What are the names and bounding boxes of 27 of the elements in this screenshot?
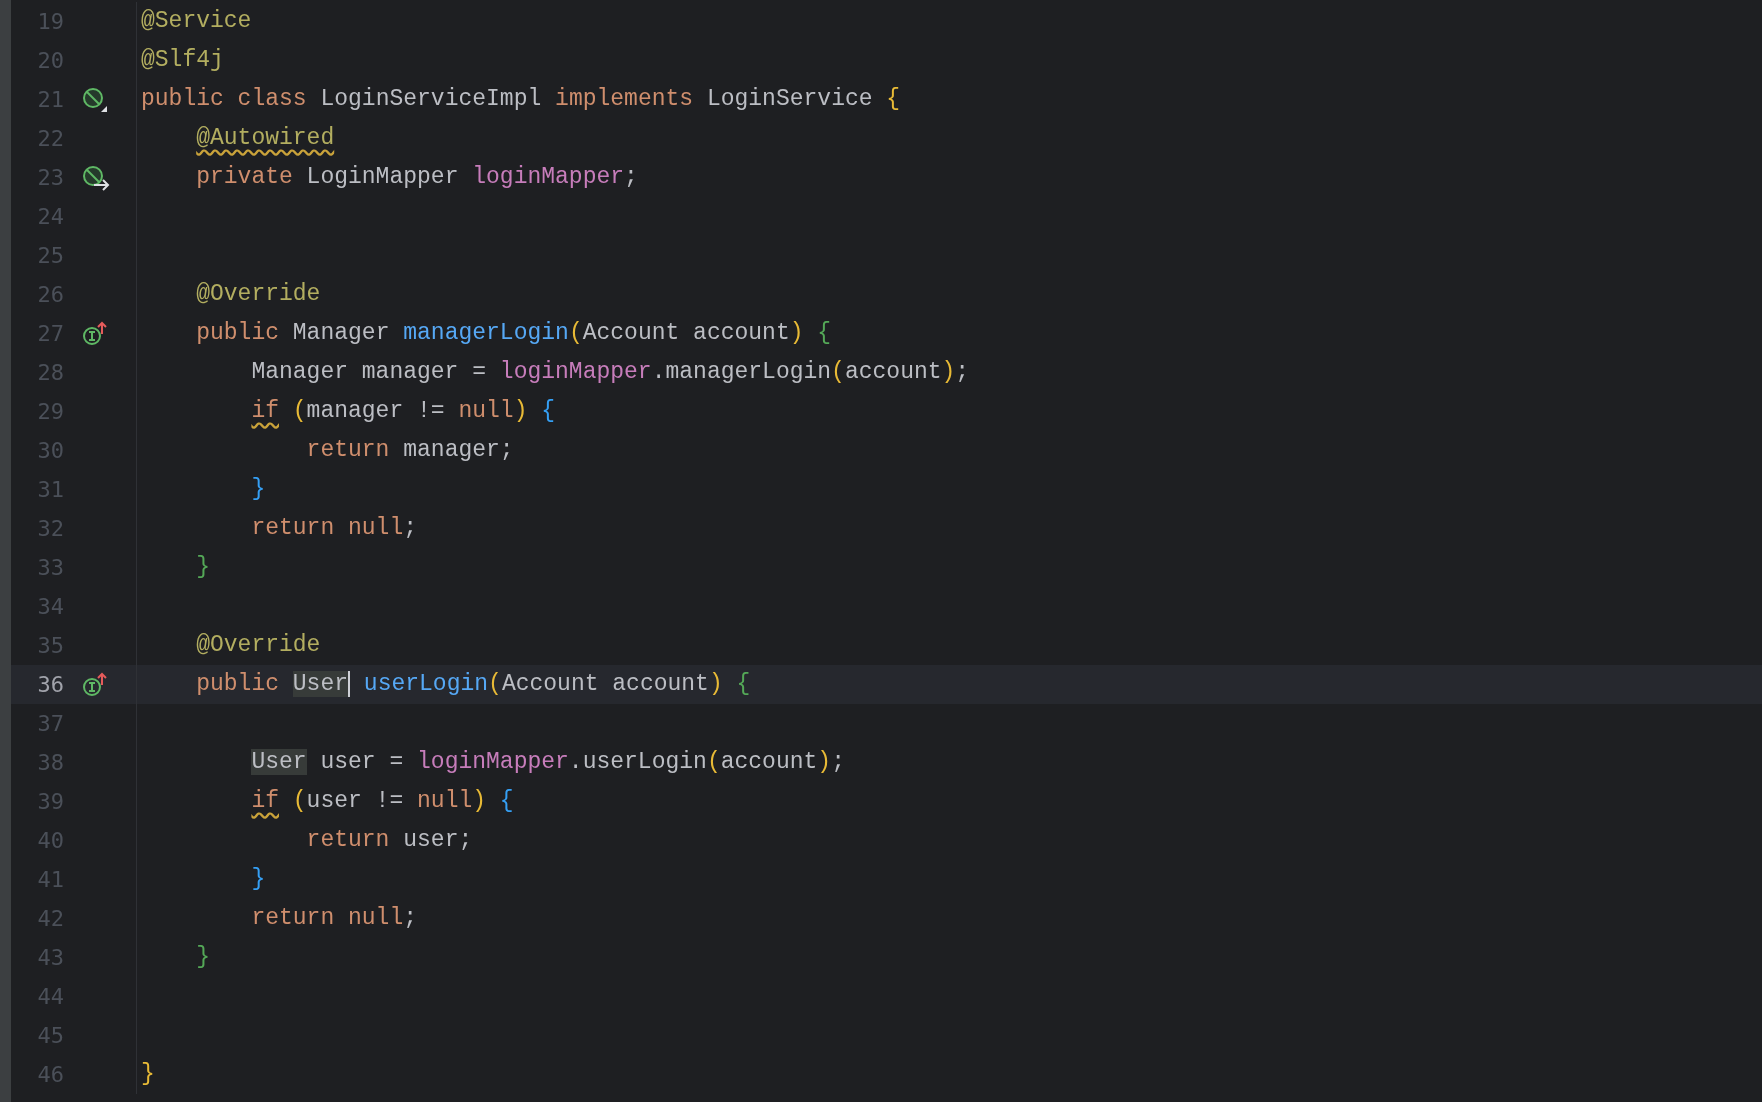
code-line: if (manager != null) { <box>251 397 556 426</box>
code-line: public class LoginServiceImpl implements LoginService { <box>141 85 901 114</box>
code-line: } <box>196 943 210 972</box>
code-line: @Service <box>141 7 252 36</box>
code-line: @Slf4j <box>141 46 224 75</box>
code-line: return null; <box>251 904 418 933</box>
code-line: public Manager managerLogin(Account account) { <box>196 319 832 348</box>
implements-icon[interactable] <box>82 320 108 347</box>
code-line: private LoginMapper loginMapper; <box>196 163 638 192</box>
code-line: return user; <box>306 826 473 855</box>
code-line: return null; <box>251 514 418 543</box>
code-line: @Override <box>196 280 321 309</box>
code-line: return manager; <box>306 436 514 465</box>
code-line: User user = loginMapper.userLogin(account); <box>251 748 845 777</box>
code-line: } <box>196 553 210 582</box>
bean-icon[interactable] <box>82 86 108 113</box>
code-line: } <box>141 1060 155 1089</box>
line-number: 36 <box>36 672 64 697</box>
code-line: public User userLogin(Account account) { <box>196 670 751 699</box>
code-line: @Autowired <box>196 124 335 153</box>
code-line: @Override <box>196 631 321 660</box>
implements-icon[interactable] <box>82 671 108 698</box>
bean-arrow-icon[interactable] <box>82 164 110 191</box>
code-line: if (user != null) { <box>251 787 514 816</box>
code-line: } <box>251 865 266 894</box>
code-line: } <box>251 475 266 504</box>
code-line: Manager manager = loginMapper.managerLogin(account); <box>251 358 970 387</box>
